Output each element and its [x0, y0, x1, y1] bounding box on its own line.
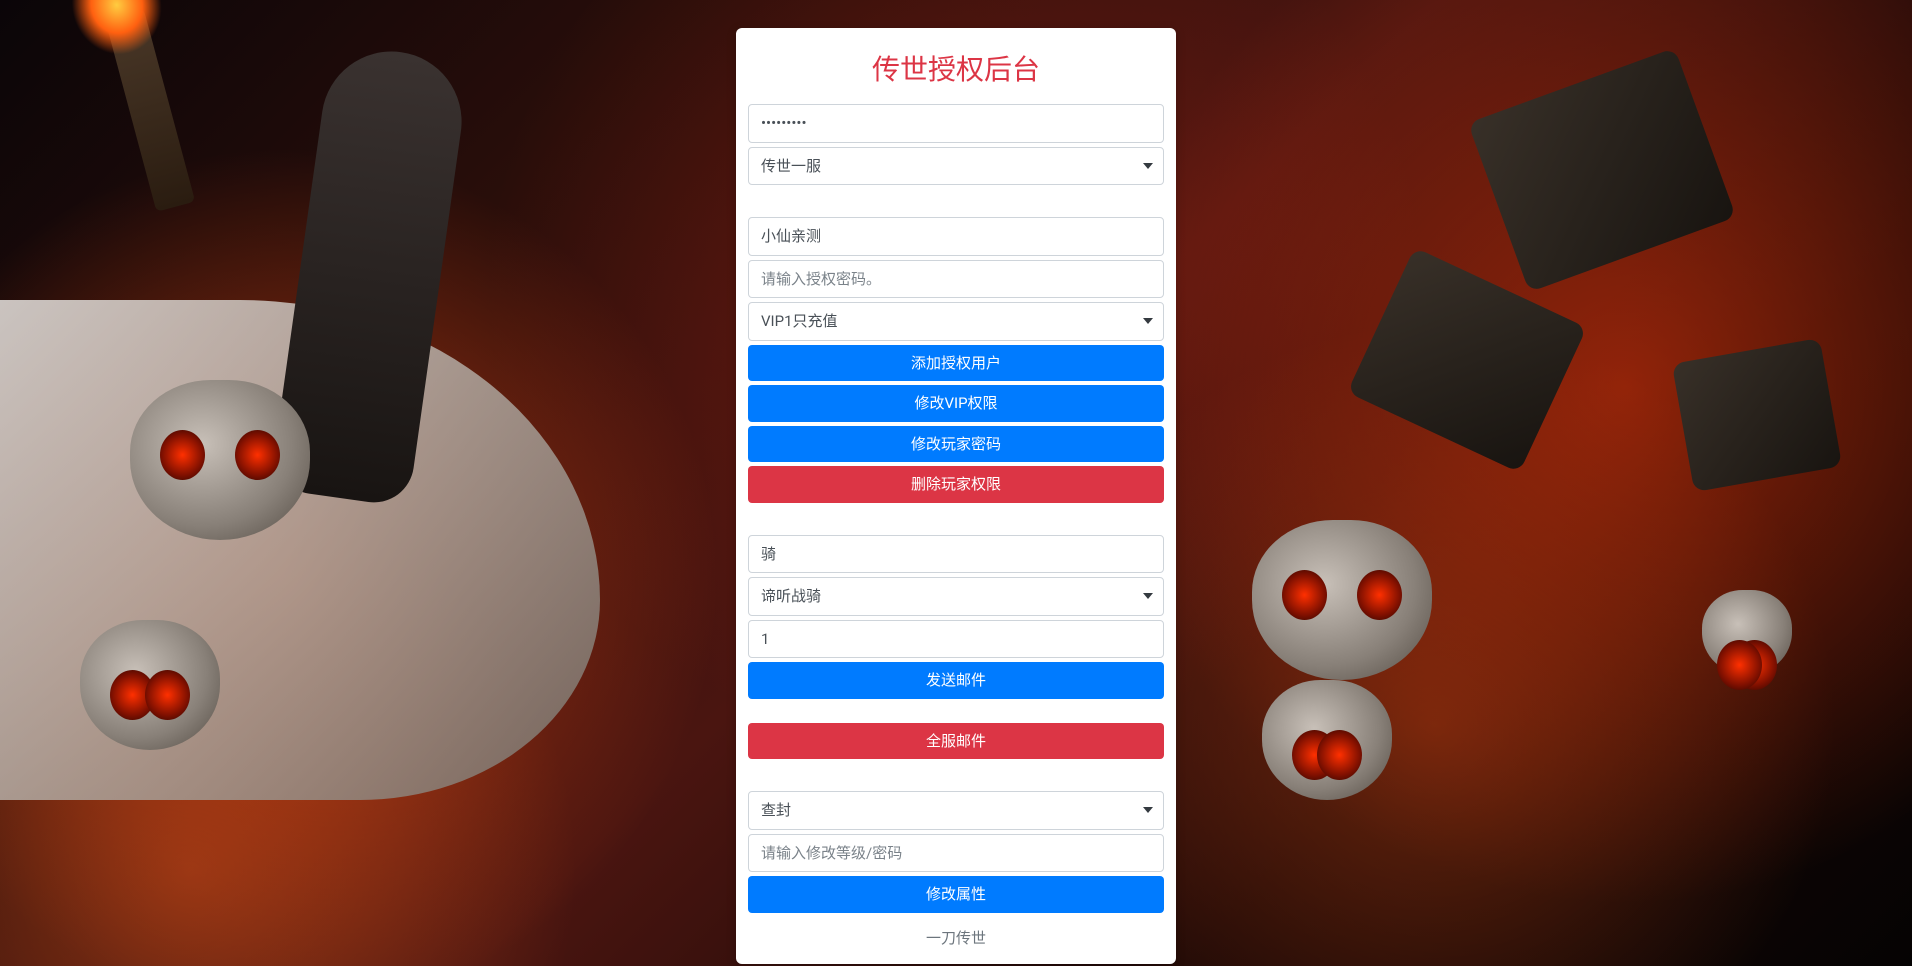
- footer-text: 一刀传世: [748, 917, 1164, 952]
- item-select[interactable]: 谛听战骑: [748, 577, 1164, 616]
- modify-player-password-button[interactable]: 修改玩家密码: [748, 426, 1164, 463]
- panel-title: 传世授权后台: [748, 48, 1164, 88]
- server-wide-mail-button[interactable]: 全服邮件: [748, 723, 1164, 760]
- send-mail-button[interactable]: 发送邮件: [748, 662, 1164, 699]
- modify-vip-button[interactable]: 修改VIP权限: [748, 385, 1164, 422]
- server-select[interactable]: 传世一服: [748, 147, 1164, 186]
- admin-password-input[interactable]: [748, 104, 1164, 143]
- item-quantity-input[interactable]: [748, 620, 1164, 659]
- action-select[interactable]: 查封: [748, 791, 1164, 830]
- item-keyword-input[interactable]: [748, 535, 1164, 574]
- level-password-input[interactable]: [748, 834, 1164, 873]
- vip-level-select[interactable]: VIP1只充值: [748, 302, 1164, 341]
- modify-attribute-button[interactable]: 修改属性: [748, 876, 1164, 913]
- player-name-input[interactable]: [748, 217, 1164, 256]
- delete-player-auth-button[interactable]: 删除玩家权限: [748, 466, 1164, 503]
- admin-panel: 传世授权后台 传世一服 VIP1只充值 添加授权用户 修改VIP权限 修改玩家密…: [736, 28, 1176, 964]
- auth-password-input[interactable]: [748, 260, 1164, 299]
- add-auth-user-button[interactable]: 添加授权用户: [748, 345, 1164, 382]
